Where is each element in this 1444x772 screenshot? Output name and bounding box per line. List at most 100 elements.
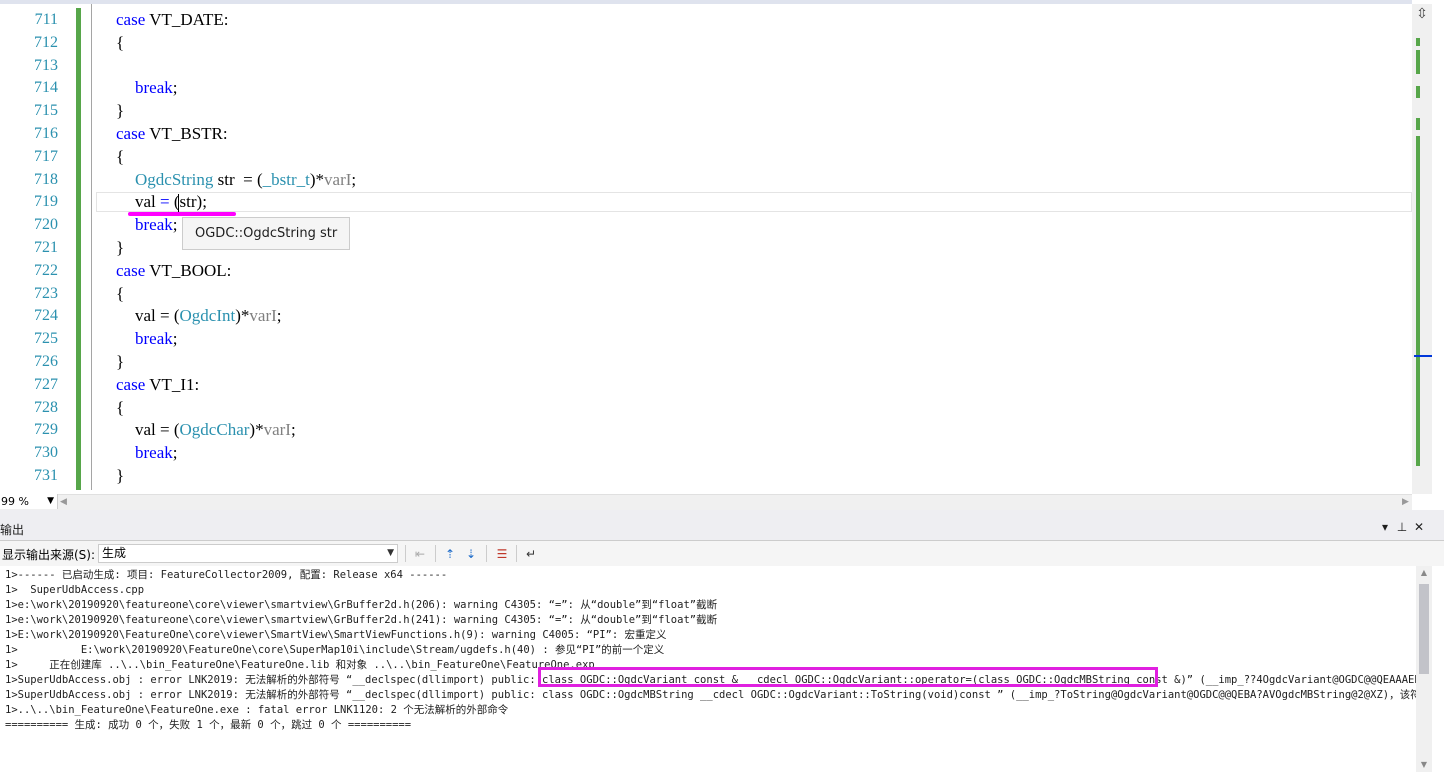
line-number: 731: [34, 467, 58, 484]
output-source-select[interactable]: 生成 ▼: [98, 544, 398, 563]
code-token: str = (: [213, 169, 263, 189]
line-number: 722: [34, 261, 58, 279]
line-number: 729: [34, 421, 58, 439]
chevron-down-icon: ▼: [387, 548, 394, 558]
code-line: case VT_I1:: [116, 374, 199, 396]
code-token: ;: [172, 215, 178, 235]
panel-splitter[interactable]: [0, 510, 1444, 518]
code-token: ;: [172, 443, 178, 463]
window-position-icon[interactable]: ▾: [1378, 520, 1392, 534]
line-number: 711: [34, 11, 58, 28]
scroll-left-icon[interactable]: ◀: [60, 494, 70, 510]
code-token: val = (: [135, 420, 180, 440]
line-number: 724: [34, 307, 58, 325]
code-line: val = (OgdcChar)*varI;: [135, 419, 296, 441]
split-window-icon[interactable]: ⇳: [1414, 6, 1430, 22]
code-token: )*: [309, 169, 325, 189]
output-scroll-thumb[interactable]: [1419, 584, 1429, 674]
code-token: case: [116, 124, 150, 143]
text-caret: [178, 194, 179, 212]
scroll-down-icon[interactable]: ▼: [1416, 760, 1432, 769]
code-line: val = (str);: [135, 191, 207, 213]
code-line: OgdcString str = (_bstr_t)*varI;: [135, 169, 356, 191]
line-number: 719: [34, 193, 58, 211]
pin-icon[interactable]: ⊥: [1395, 520, 1409, 534]
line-number: 716: [34, 125, 58, 142]
toolbar-separator: [516, 545, 517, 562]
code-token: break: [135, 78, 173, 98]
output-line: 1>e:\work\20190920\featureone\core\viewe…: [5, 599, 718, 611]
scroll-right-icon[interactable]: ▶: [1402, 494, 1412, 510]
code-token: }: [116, 466, 125, 485]
code-line: break;: [135, 442, 178, 464]
line-number: 715: [34, 102, 58, 120]
line-number: 727: [34, 375, 58, 393]
close-icon[interactable]: ✕: [1412, 520, 1426, 534]
code-line: case VT_DATE:: [116, 9, 229, 31]
code-token: break: [135, 215, 173, 235]
scrollbar-change-mark: [1416, 86, 1420, 98]
find-message-icon[interactable]: ⇤: [411, 545, 429, 563]
code-token: VT_BSTR:: [149, 124, 228, 143]
code-token: OgdcInt: [179, 306, 236, 326]
code-editor[interactable]: 711 712 713 714 715 716 717 718 719 720 721 722 723 7…: [0, 0, 1444, 511]
scroll-up-icon[interactable]: ▲: [1416, 568, 1432, 577]
code-line: {: [116, 397, 124, 419]
scrollbar-change-mark: [1416, 118, 1420, 130]
editor-vertical-scrollbar[interactable]: [1412, 4, 1432, 494]
line-number: 720: [34, 216, 58, 234]
code-token: val = (: [135, 306, 180, 326]
code-token: _bstr_t: [262, 169, 310, 189]
code-token: val: [135, 192, 161, 212]
scrollbar-change-mark: [1416, 50, 1420, 74]
line-number: 726: [34, 353, 58, 370]
code-line: }: [116, 465, 124, 487]
output-source-label: 显示输出来源(S):: [2, 548, 96, 562]
code-token: {: [116, 283, 125, 303]
zoom-level-dropdown[interactable]: 99 % ▼: [0, 494, 58, 509]
code-line: break;: [135, 214, 178, 236]
editor-horizontal-scrollbar[interactable]: [0, 494, 1412, 511]
code-token: {: [116, 397, 125, 417]
scrollbar-change-mark: [1416, 38, 1420, 46]
next-message-icon[interactable]: ⇣: [462, 545, 480, 563]
scrollbar-change-mark: [1416, 136, 1420, 466]
line-number: 713: [34, 56, 58, 74]
annotation-highlight-box: [538, 667, 1158, 687]
code-token: {: [116, 32, 125, 52]
output-line: ========== 生成: 成功 0 个，失败 1 个，最新 0 个，跳过 0…: [5, 719, 412, 731]
code-token: ;: [172, 329, 178, 349]
code-token: case: [116, 260, 150, 280]
clear-all-icon[interactable]: ☰: [493, 545, 511, 563]
annotation-underline: [128, 212, 236, 216]
line-number-gutter: 711 712 713 714 715 716 717 718 719 720 721 722 723 7…: [0, 4, 62, 490]
line-number: 712: [34, 33, 58, 51]
code-token: ;: [351, 169, 357, 189]
code-token: VT_DATE:: [149, 10, 229, 29]
code-token: break: [135, 329, 173, 349]
code-token: (str);: [169, 192, 207, 212]
code-line: }: [116, 100, 124, 122]
code-line: }: [116, 351, 124, 373]
output-line: 1>..\..\bin_FeatureOne\FeatureOne.exe : …: [5, 704, 509, 716]
previous-message-icon[interactable]: ⇡: [441, 545, 459, 563]
code-token: )*: [249, 420, 264, 440]
line-number: 714: [34, 79, 58, 97]
code-token: {: [116, 146, 125, 166]
code-line: {: [116, 283, 124, 305]
code-token: }: [116, 238, 125, 257]
output-line: 1> E:\work\20190920\FeatureOne\core\Supe…: [5, 644, 665, 656]
output-line: 1>E:\work\20190920\FeatureOne\core\viewe…: [5, 629, 667, 641]
output-panel-title: 输出: [0, 523, 25, 537]
code-token: ;: [172, 78, 178, 98]
code-token: =: [160, 192, 170, 212]
word-wrap-icon[interactable]: ↵: [522, 545, 540, 563]
code-line: break;: [135, 328, 178, 350]
line-number: 730: [34, 444, 58, 462]
toolbar-separator: [435, 545, 436, 562]
code-line: {: [116, 32, 124, 54]
change-tracking-bar: [76, 8, 81, 490]
output-line: 1>e:\work\20190920\featureone\core\viewe…: [5, 614, 718, 626]
code-line: case VT_BOOL:: [116, 260, 231, 282]
code-token: )*: [235, 306, 250, 326]
